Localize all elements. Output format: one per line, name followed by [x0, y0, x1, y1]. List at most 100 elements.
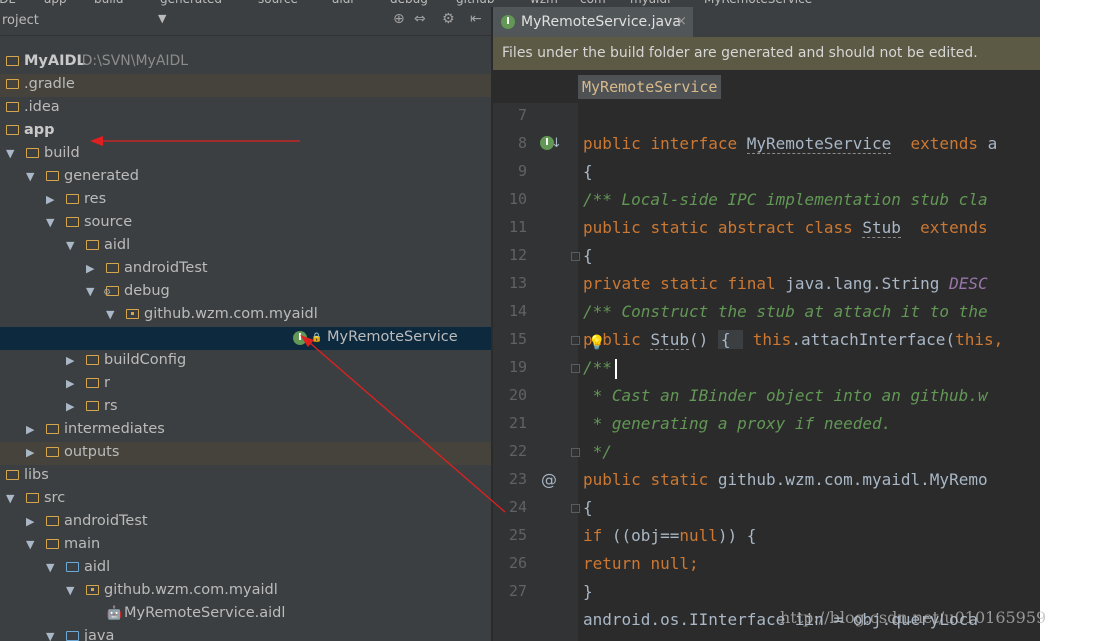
tree-row[interactable]: ▶ r [0, 373, 491, 396]
folder-icon [26, 148, 39, 158]
tree-row[interactable]: ▼ github.wzm.com.myaidl [0, 304, 491, 327]
tree-item-label: main [64, 536, 101, 552]
code-line: public static abstract class Stub extend… [583, 218, 997, 238]
tree-item-path: D:\SVN\MyAIDL [81, 53, 189, 69]
line-number: 19 [508, 358, 527, 376]
expanded-chevron-icon[interactable]: ▼ [6, 492, 14, 506]
expanded-chevron-icon[interactable]: ▼ [86, 285, 94, 299]
collapsed-chevron-icon[interactable]: ▶ [46, 193, 54, 207]
expanded-chevron-icon[interactable]: ▼ [46, 561, 54, 575]
collapsed-chevron-icon[interactable]: ▶ [66, 400, 74, 414]
tree-row[interactable]: ▶ intermediates [0, 419, 491, 442]
tree-item-label: aidl [84, 559, 111, 575]
line-number: 10 [508, 190, 527, 208]
line-number: 12 [508, 246, 527, 264]
tree-row[interactable]: .idea [0, 97, 491, 120]
tree-row[interactable]: ▼ src [0, 488, 491, 511]
tree-row[interactable]: ▼ java [0, 626, 491, 641]
expanded-chevron-icon[interactable]: ▼ [6, 147, 14, 161]
tree-row[interactable]: ▶ outputs [0, 442, 491, 465]
editor-tab-myremoteservice[interactable]: I MyRemoteService.java × [493, 7, 693, 37]
code-token: )) { [717, 526, 757, 545]
tree-item-label: source [84, 214, 133, 230]
code-line: */ [583, 442, 612, 461]
expanded-chevron-icon[interactable]: ▼ [66, 239, 74, 253]
tree-row[interactable]: ▼ github.wzm.com.myaidl [0, 580, 491, 603]
breadcrumb-item[interactable]: source [258, 0, 298, 6]
tree-row[interactable]: ▼ build [0, 143, 491, 166]
tree-row[interactable]: ▼ aidl [0, 557, 491, 580]
folder-icon [86, 355, 99, 365]
breadcrumb-item[interactable]: github [456, 0, 494, 6]
android-icon: 🤖 [106, 606, 123, 621]
tree-row[interactable]: ▼ debug [0, 281, 491, 304]
collapsed-chevron-icon[interactable]: ▶ [66, 354, 74, 368]
tree-row[interactable]: ▶ res [0, 189, 491, 212]
hide-panel-icon[interactable]: ⇤ [470, 11, 482, 27]
tree-row[interactable]: ▶ androidTest [0, 511, 491, 534]
expanded-chevron-icon[interactable]: ▼ [46, 630, 54, 641]
expanded-chevron-icon[interactable]: ▼ [26, 170, 34, 184]
code-token: ; [688, 554, 699, 573]
tree-row[interactable]: I 🔒 MyRemoteService [0, 327, 491, 350]
expanded-chevron-icon[interactable]: ▼ [106, 308, 114, 322]
tree-item-label: build [44, 145, 80, 161]
breadcrumb-item[interactable]: MyRemoteService [704, 0, 812, 6]
close-icon[interactable]: × [676, 14, 687, 29]
collapsed-chevron-icon[interactable]: ▶ [26, 515, 34, 529]
breadcrumb-item[interactable]: aidl [332, 0, 354, 6]
expanded-chevron-icon[interactable]: ▼ [46, 216, 54, 230]
tree-row[interactable]: ▶ androidTest [0, 258, 491, 281]
collapsed-chevron-icon[interactable]: ▶ [66, 377, 74, 391]
tree-row[interactable]: ▶ buildConfig [0, 350, 491, 373]
folder-icon [26, 493, 39, 503]
breadcrumb-item[interactable]: build [94, 0, 124, 6]
tree-row[interactable]: MyAIDL D:\SVN\MyAIDL [0, 51, 491, 74]
code-area[interactable]: public interface MyRemoteService extends… [578, 103, 1040, 641]
folder-icon [46, 539, 59, 549]
tree-row[interactable]: libs [0, 465, 491, 488]
code-line: public Stub() { this.attachInterface(thi… [583, 330, 1003, 350]
breadcrumb-item[interactable]: app [44, 0, 67, 6]
breadcrumb-item[interactable]: wzm [530, 0, 558, 6]
expanded-chevron-icon[interactable]: ▼ [26, 538, 34, 552]
tree-row[interactable]: ▼ aidl [0, 235, 491, 258]
tree-row[interactable]: .gradle [0, 74, 491, 97]
expanded-chevron-icon[interactable]: ▼ [66, 584, 74, 598]
collapse-icon[interactable]: ⇔ [414, 11, 426, 27]
editor-tab-label: MyRemoteService.java [521, 14, 681, 30]
breadcrumb-item[interactable]: com [580, 0, 606, 6]
project-view-selector[interactable]: roject [2, 13, 39, 28]
tree-item-label: libs [24, 467, 49, 483]
tree-row[interactable]: ▼ source [0, 212, 491, 235]
tree-row[interactable]: app [0, 120, 491, 143]
tree-item-label: outputs [64, 444, 120, 460]
chevron-down-icon[interactable]: ▼ [158, 12, 166, 25]
line-number: 13 [508, 274, 527, 292]
tree-item-label: generated [64, 168, 139, 184]
code-token: Stub [650, 330, 689, 350]
tree-row[interactable]: 🤖 MyRemoteService.aidl [0, 603, 491, 626]
breadcrumb-item[interactable]: myaidl [630, 0, 670, 6]
code-line: /** Construct the stub at attach it to t… [583, 302, 988, 321]
line-number: 25 [508, 526, 527, 544]
tree-row[interactable]: ▶ rs [0, 396, 491, 419]
arrow-down-icon[interactable]: ↓ [551, 136, 562, 151]
collapsed-chevron-icon[interactable]: ▶ [26, 446, 34, 460]
folder-icon [86, 240, 99, 250]
code-token: public [583, 218, 651, 237]
collapsed-chevron-icon[interactable]: ▶ [26, 423, 34, 437]
breadcrumb-item[interactable]: MyAIDL [0, 0, 15, 6]
tree-row[interactable]: ▼ main [0, 534, 491, 557]
intention-bulb-icon[interactable]: 💡 [588, 335, 605, 351]
tree-row[interactable]: ▼ generated [0, 166, 491, 189]
collapsed-chevron-icon[interactable]: ▶ [86, 262, 94, 276]
breadcrumb-item[interactable]: debug [390, 0, 428, 6]
editor-breadcrumb-chip[interactable]: MyRemoteService [578, 75, 722, 99]
override-icon[interactable]: @ [541, 470, 557, 489]
target-icon[interactable]: ⊕ [393, 11, 405, 27]
breadcrumb-item[interactable]: generated [160, 0, 222, 6]
gear-icon[interactable]: ⚙ [442, 11, 455, 27]
code-token: null [679, 526, 718, 545]
